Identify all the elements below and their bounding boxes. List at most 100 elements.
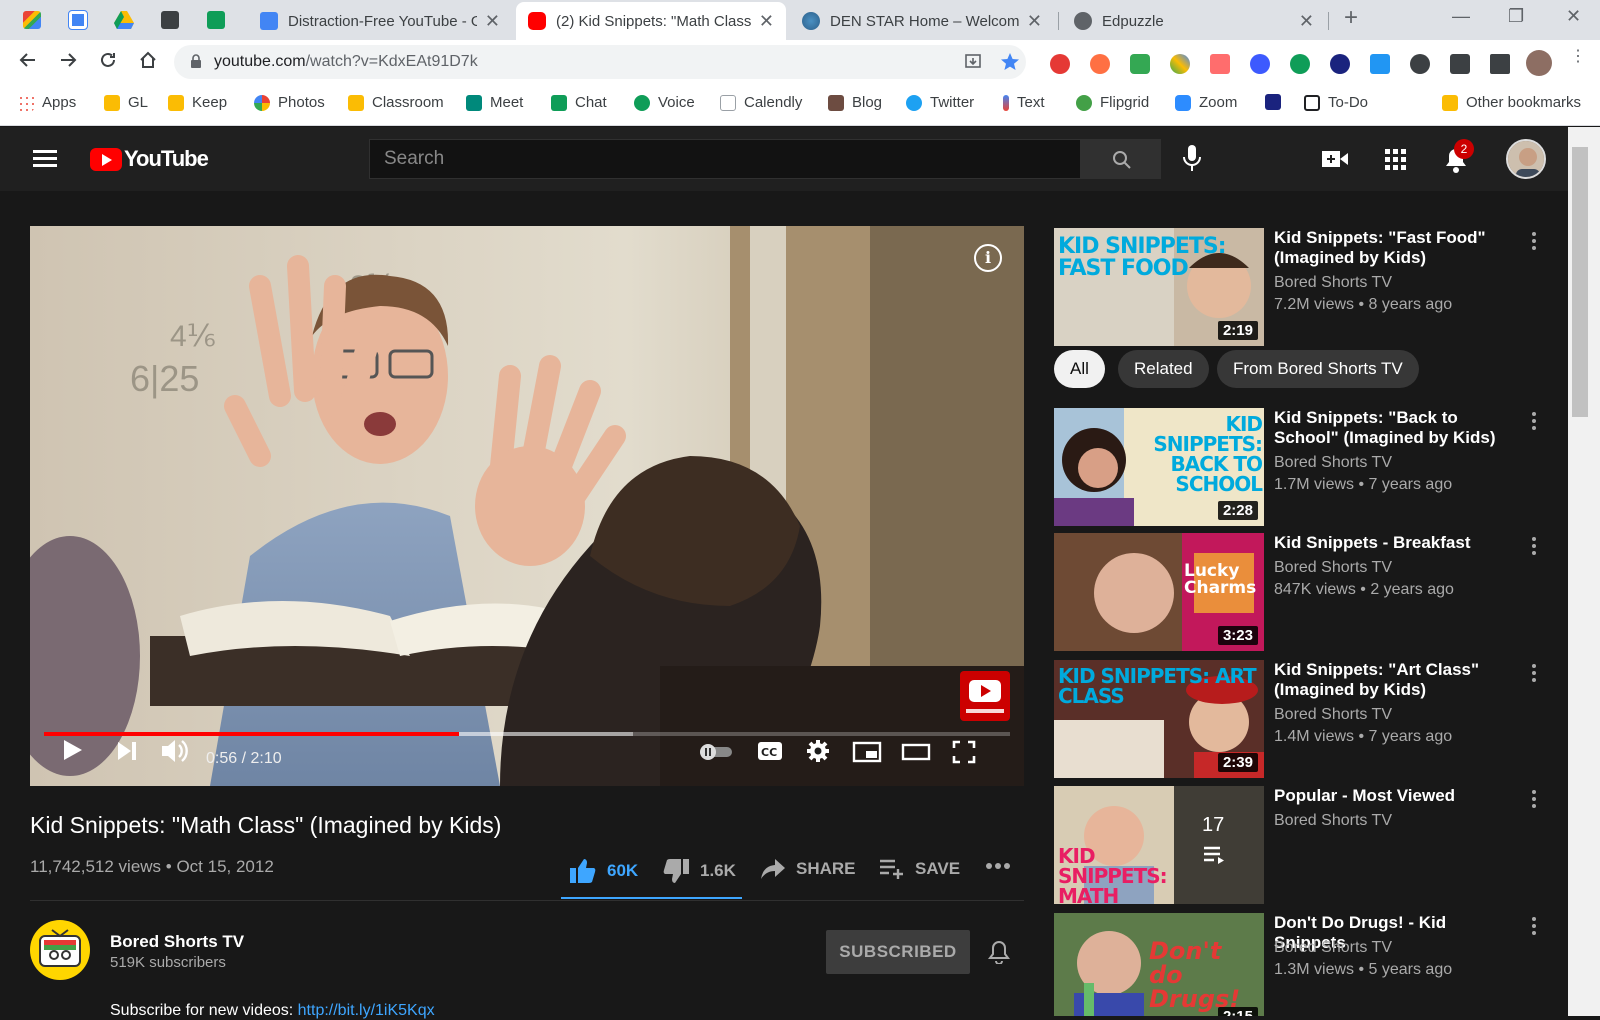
more-vertical-icon[interactable]	[1532, 412, 1536, 433]
reload-button[interactable]	[96, 50, 120, 75]
bookmark-calendly[interactable]: Calendly	[720, 94, 802, 111]
dislike-button[interactable]: 1.6K	[662, 858, 736, 884]
channel-name[interactable]: Bored Shorts TV	[1274, 939, 1392, 957]
video-title[interactable]: Kid Snippets: "Back to School" (Imagined…	[1274, 408, 1514, 448]
channel-avatar[interactable]	[30, 920, 90, 980]
more-actions-button[interactable]	[985, 862, 1021, 870]
restore-button[interactable]: ❐	[1508, 6, 1524, 27]
channel-name[interactable]: Bored Shorts TV	[1274, 706, 1392, 724]
media-icon[interactable]	[1490, 54, 1510, 74]
bookmark-todo[interactable]: To-Do	[1304, 94, 1368, 111]
video-thumbnail[interactable]: KID SNIPPETS: FAST FOOD 2:19	[1054, 228, 1264, 346]
miniplayer-icon[interactable]	[852, 741, 882, 763]
progress-bar[interactable]	[44, 732, 1010, 736]
minimize-button[interactable]: —	[1452, 6, 1470, 27]
play-button[interactable]	[62, 738, 84, 762]
youtube-logo[interactable]: YouTube	[90, 146, 209, 172]
more-vertical-icon[interactable]	[1532, 790, 1536, 811]
bookmark-blog[interactable]: Blog	[828, 94, 882, 111]
description-link[interactable]: http://bit.ly/1iK5Kqx	[298, 1002, 435, 1019]
save-button[interactable]: SAVE	[879, 858, 960, 880]
home-button[interactable]	[136, 50, 160, 75]
tab-distraction-free[interactable]: Distraction-Free YouTube - G ✕	[248, 2, 512, 40]
bookmark-voice[interactable]: Voice	[634, 94, 695, 111]
adblock-extension-icon[interactable]	[1050, 54, 1070, 74]
close-icon[interactable]: ✕	[1027, 11, 1042, 32]
tab-calendar[interactable]	[60, 6, 96, 34]
chip-all[interactable]: All	[1054, 350, 1105, 388]
bookmark-flipgrid[interactable]: Flipgrid	[1076, 94, 1149, 111]
channel-name[interactable]: Bored Shorts TV	[1274, 559, 1392, 577]
menu-button[interactable]	[33, 150, 57, 168]
extension-icon[interactable]	[1330, 54, 1350, 74]
apps-icon[interactable]	[1385, 149, 1407, 171]
video-thumbnail[interactable]: KID SNIPPETS: BACK TO SCHOOL 2:28	[1054, 408, 1264, 526]
volume-icon[interactable]	[160, 737, 190, 765]
page-scrollbar[interactable]	[1568, 127, 1600, 1016]
close-icon[interactable]: ✕	[485, 11, 500, 32]
tab-contacts[interactable]	[152, 6, 188, 34]
channel-name[interactable]: Bored Shorts TV	[110, 932, 244, 952]
channel-name[interactable]: Bored Shorts TV	[1274, 454, 1392, 472]
account-avatar[interactable]	[1506, 139, 1546, 179]
subscribe-watermark[interactable]	[960, 671, 1010, 721]
info-button[interactable]: i	[974, 244, 1002, 272]
tab-kid-snippets[interactable]: (2) Kid Snippets: "Math Class ✕	[516, 2, 786, 40]
extension-icon[interactable]	[1290, 54, 1310, 74]
bookmark-apps[interactable]: Apps	[18, 94, 76, 111]
back-button[interactable]	[16, 50, 40, 75]
video-thumbnail[interactable]: Don't do Drugs! 2:15	[1054, 913, 1264, 1016]
video-title[interactable]: Kid Snippets: "Art Class" (Imagined by K…	[1274, 660, 1514, 700]
forward-button[interactable]	[56, 50, 80, 75]
extension-icon[interactable]	[1170, 54, 1190, 74]
bookmark-twitter[interactable]: Twitter	[906, 94, 974, 111]
autoplay-toggle[interactable]	[698, 742, 734, 762]
extension-icon[interactable]	[1090, 54, 1110, 74]
channel-name[interactable]: Bored Shorts TV	[1274, 812, 1392, 830]
bookmark-keep[interactable]: Keep	[168, 94, 227, 111]
bookmark-text[interactable]: Text	[1003, 94, 1045, 111]
fullscreen-icon[interactable]	[952, 740, 976, 764]
settings-gear-icon[interactable]	[806, 739, 830, 763]
video-player[interactable]: 4⅙ 6|25 3⅕ 5| i 0:56 / 2:10 CC	[30, 226, 1024, 786]
share-button[interactable]: SHARE	[760, 858, 856, 880]
more-vertical-icon[interactable]	[1532, 232, 1536, 253]
playlist-thumbnail[interactable]: KID SNIPPETS: MATH CLASS 17	[1054, 786, 1264, 904]
install-icon[interactable]	[964, 53, 982, 71]
close-window-button[interactable]: ✕	[1566, 6, 1581, 27]
bookmark-unnamed[interactable]	[1265, 94, 1289, 110]
extension-icon[interactable]	[1210, 54, 1230, 74]
video-thumbnail[interactable]: KID SNIPPETS: ART CLASS 2:39	[1054, 660, 1264, 778]
more-vertical-icon[interactable]	[1532, 537, 1536, 558]
theater-mode-icon[interactable]	[901, 743, 931, 761]
video-title[interactable]: Kid Snippets - Breakfast	[1274, 533, 1514, 553]
tab-sheets[interactable]	[198, 6, 234, 34]
tab-den-star[interactable]: DEN STAR Home – Welcome ✕	[790, 2, 1054, 40]
extension-icon[interactable]	[1130, 54, 1150, 74]
dark-mode-icon[interactable]	[1410, 54, 1430, 74]
puzzle-icon[interactable]	[1450, 54, 1470, 74]
tab-gmail[interactable]	[14, 6, 50, 34]
more-vertical-icon[interactable]	[1532, 664, 1536, 685]
extension-icon[interactable]	[1370, 54, 1390, 74]
tab-edpuzzle[interactable]: Edpuzzle ✕	[1062, 2, 1326, 40]
create-video-icon[interactable]	[1322, 149, 1348, 169]
bookmark-gl[interactable]: GL	[104, 94, 148, 111]
bookmark-other[interactable]: Other bookmarks	[1442, 94, 1581, 111]
bookmark-chat[interactable]: Chat	[551, 94, 607, 111]
bookmark-meet[interactable]: Meet	[466, 94, 523, 111]
tab-drive[interactable]	[106, 6, 142, 34]
microphone-icon[interactable]	[1182, 145, 1202, 173]
star-icon[interactable]	[1000, 52, 1020, 72]
channel-bell-icon[interactable]	[988, 940, 1010, 964]
address-bar[interactable]: youtube.com/watch?v=KdxEAt91D7k	[174, 45, 1026, 79]
search-input[interactable]	[370, 140, 1080, 178]
bookmark-zoom[interactable]: Zoom	[1175, 94, 1237, 111]
close-icon[interactable]: ✕	[1299, 11, 1314, 32]
new-tab-button[interactable]: +	[1344, 4, 1358, 32]
chip-related[interactable]: Related	[1118, 350, 1209, 388]
subscribed-button[interactable]: SUBSCRIBED	[826, 930, 970, 974]
channel-name[interactable]: Bored Shorts TV	[1274, 274, 1392, 292]
bookmark-photos[interactable]: Photos	[254, 94, 325, 111]
chip-from-channel[interactable]: From Bored Shorts TV	[1217, 350, 1419, 388]
